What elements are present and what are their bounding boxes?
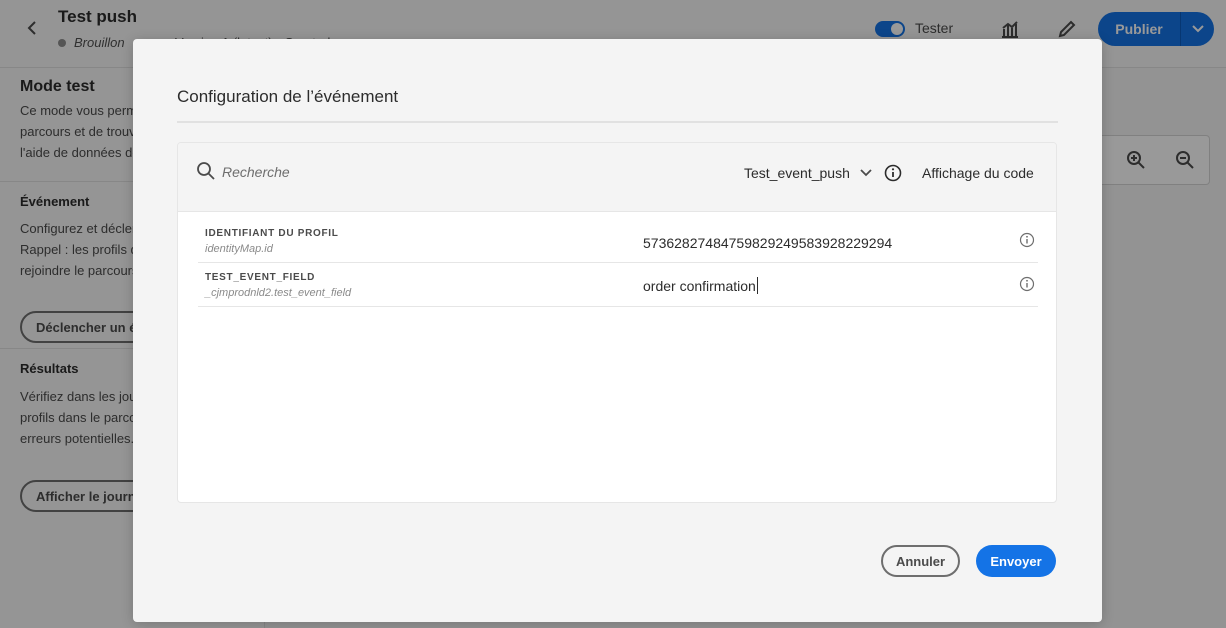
field-path: _cjmprodnld2.test_event_field (205, 287, 352, 299)
code-view-toggle[interactable]: Affichage du code (922, 165, 1034, 181)
text-caret (756, 277, 758, 294)
event-fields-card: Test_event_push Affichage du code IDENTI… (177, 142, 1057, 503)
info-icon[interactable] (1019, 232, 1035, 248)
event-configuration-dialog: Configuration de l’événement Test_event_… (133, 39, 1102, 622)
field-row-profile-id: IDENTIFIANT DU PROFIL identityMap.id (198, 219, 1038, 263)
send-button[interactable]: Envoyer (976, 545, 1056, 577)
field-row-test-event-field: TEST_EVENT_FIELD _cjmprodnld2.test_event… (198, 263, 1038, 307)
profile-id-input[interactable] (643, 233, 983, 253)
title-divider (177, 121, 1058, 123)
dialog-title: Configuration de l’événement (177, 87, 399, 106)
search-icon (197, 162, 215, 180)
selected-event-label: Test_event_push (744, 165, 850, 181)
info-icon[interactable] (1019, 276, 1035, 292)
field-label: TEST_EVENT_FIELD (205, 272, 316, 283)
field-label: IDENTIFIANT DU PROFIL (205, 228, 339, 239)
search-input[interactable] (222, 161, 522, 183)
card-toolbar: Test_event_push Affichage du code (178, 143, 1056, 212)
event-select[interactable]: Test_event_push (744, 165, 872, 181)
info-icon[interactable] (884, 164, 902, 182)
field-path: identityMap.id (205, 243, 273, 255)
field-value-text: order confirmation (643, 278, 756, 294)
test-event-field-input[interactable]: order confirmation (643, 277, 983, 297)
cancel-button[interactable]: Annuler (881, 545, 960, 577)
chevron-down-icon (860, 169, 872, 177)
